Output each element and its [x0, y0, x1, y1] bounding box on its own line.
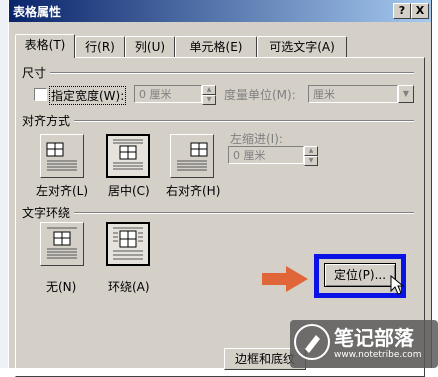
watermark-text: 笔记部落 — [334, 326, 414, 350]
align-left-option[interactable] — [40, 134, 84, 178]
tab-alt-text[interactable]: 可选文字(A) — [257, 36, 347, 58]
wrap-around-icon — [113, 227, 143, 260]
cursor-arrow-icon — [390, 275, 405, 295]
pointer-arrow-icon — [262, 266, 308, 292]
width-field[interactable]: 0 厘米 — [134, 85, 202, 103]
alignment-divider — [74, 120, 414, 122]
window-title: 表格属性 — [13, 5, 62, 19]
wrap-around-option[interactable] — [106, 222, 150, 266]
specify-width-checkbox[interactable] — [34, 88, 47, 101]
specify-width-label: 指定宽度(W): — [49, 86, 127, 105]
align-right-option[interactable] — [170, 134, 214, 178]
chevron-down-icon[interactable]: ▼ — [398, 85, 414, 103]
size-section-title: 尺寸 — [22, 66, 47, 80]
tab-column[interactable]: 列(U) — [125, 36, 175, 58]
alignment-section-title: 对齐方式 — [22, 114, 71, 128]
width-spinner[interactable]: ▲ ▼ — [202, 85, 216, 105]
wrap-none-label: 无(N) — [46, 280, 77, 294]
watermark: 笔记部落 www.notetribe.com — [290, 320, 438, 368]
positioning-button[interactable]: 定位(P)... — [324, 263, 396, 287]
background-strip — [0, 0, 8, 368]
tab-row[interactable]: 行(R) — [75, 36, 125, 58]
wrap-around-label: 环绕(A) — [108, 280, 150, 294]
align-center-option[interactable] — [106, 134, 150, 178]
pen-logo-icon — [294, 324, 330, 360]
unit-select[interactable]: 厘米 — [308, 85, 398, 103]
title-bar: 表格属性 ? X — [9, 0, 431, 22]
table-properties-dialog: 表格属性 ? X 表格(T) 行(R) 列(U) 单元格(E) 可选文字(A) … — [8, 0, 432, 377]
align-right-icon — [177, 142, 208, 171]
wrap-none-option[interactable] — [40, 222, 84, 266]
left-indent-spinner[interactable]: ▲ ▼ — [304, 146, 318, 166]
wrap-none-icon — [47, 227, 77, 259]
align-center-label: 居中(C) — [108, 184, 150, 198]
wrapping-divider — [74, 212, 414, 214]
align-left-label: 左对齐(L) — [36, 184, 89, 198]
left-indent-field[interactable]: 0 厘米 — [228, 146, 304, 164]
align-left-icon — [46, 142, 77, 171]
tab-cell[interactable]: 单元格(E) — [175, 36, 257, 58]
size-divider — [50, 72, 414, 74]
align-center-icon — [113, 139, 143, 170]
align-right-label: 右对齐(H) — [166, 184, 221, 198]
help-button[interactable]: ? — [393, 3, 411, 19]
unit-label: 度量单位(M): — [224, 88, 296, 102]
left-indent-label: 左缩进(I): — [230, 132, 283, 146]
tab-table[interactable]: 表格(T) — [15, 34, 75, 58]
watermark-url: www.notetribe.com — [334, 350, 422, 360]
wrapping-section-title: 文字环绕 — [22, 206, 71, 220]
close-button[interactable]: X — [411, 3, 429, 19]
